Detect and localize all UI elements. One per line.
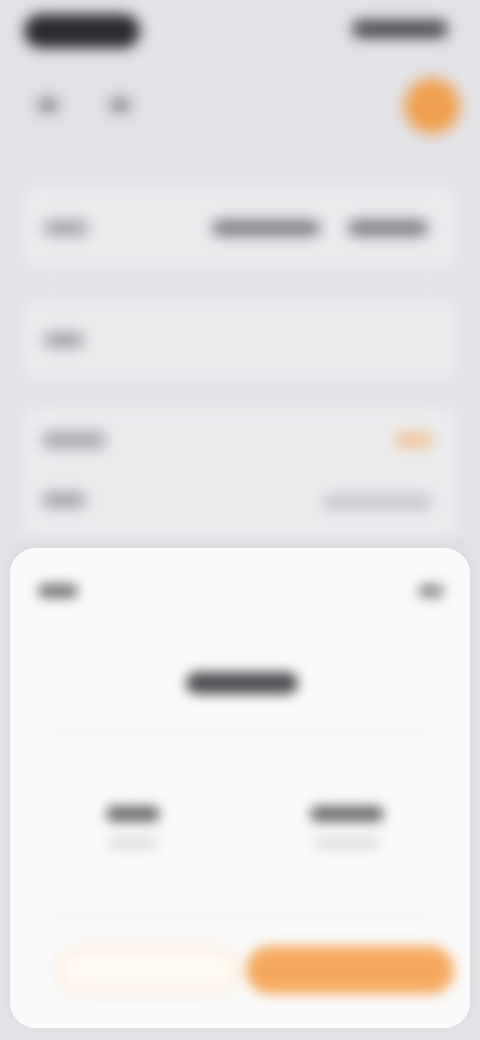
status-bar [0, 0, 480, 60]
back-icon[interactable] [38, 98, 58, 112]
option-right-sub [314, 838, 380, 848]
sheet-cancel-button[interactable] [38, 584, 78, 598]
close-icon[interactable] [418, 584, 444, 598]
primary-button[interactable] [246, 946, 454, 994]
detail-value-2 [322, 494, 432, 510]
summary-value-1 [212, 220, 320, 236]
divider [50, 734, 430, 736]
detail-label-1 [42, 432, 106, 448]
avatar[interactable] [404, 78, 460, 134]
bottom-sheet [10, 548, 470, 1028]
top-nav [0, 72, 480, 142]
secondary-button[interactable] [58, 948, 238, 992]
status-indicators [352, 20, 448, 38]
detail-value-1 [394, 432, 434, 448]
info-label [44, 332, 84, 348]
info-card[interactable] [22, 300, 458, 380]
option-left-label[interactable] [106, 806, 160, 822]
option-right-label[interactable] [310, 806, 384, 822]
summary-value-2 [348, 220, 428, 236]
detail-label-2 [42, 492, 86, 508]
sheet-title [186, 672, 298, 694]
option-left-sub [108, 838, 158, 848]
summary-card[interactable] [22, 186, 458, 268]
time-pill [24, 14, 140, 48]
details-card[interactable] [22, 408, 458, 538]
menu-icon[interactable] [110, 98, 130, 112]
divider [50, 918, 430, 920]
summary-label [44, 220, 88, 236]
